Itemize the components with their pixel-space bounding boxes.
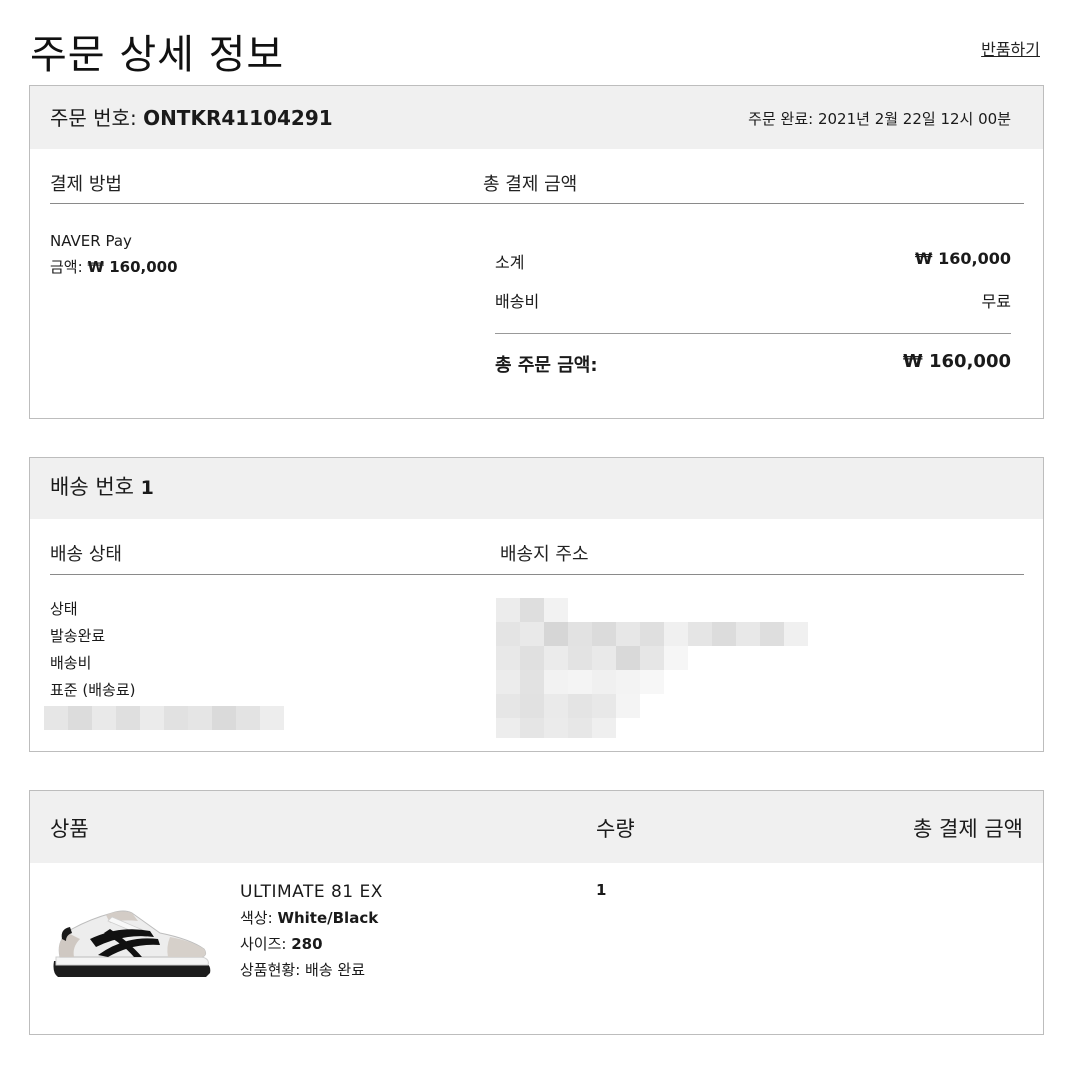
total-row: 총 주문 금액: ₩ 160,000 — [495, 351, 1011, 377]
delivery-header: 배송 번호 1 — [30, 458, 1043, 519]
color-label: 색상: — [240, 909, 278, 927]
divider — [50, 203, 1024, 204]
product-header: 상품 수량 총 결제 금액 — [30, 791, 1043, 863]
product-name[interactable]: ULTIMATE 81 EX — [240, 879, 383, 905]
order-number-label: 주문 번호: — [50, 106, 144, 130]
order-number-value: ONTKR41104291 — [143, 106, 333, 130]
product-size: 사이즈: 280 — [240, 931, 383, 957]
status-item: 표준 (배송료) — [50, 681, 136, 699]
status-label: 상품현황: — [240, 961, 306, 979]
status-item: 상태 — [50, 600, 78, 618]
shipping-label: 배송비 — [495, 292, 540, 311]
order-completed-date: 주문 완료: 2021년 2월 22일 12시 00분 — [748, 110, 1011, 128]
subtotal-value: ₩ 160,000 — [914, 249, 1011, 268]
delivery-status-header: 배송 상태 — [50, 544, 122, 565]
shipping-row: 배송비 무료 — [495, 288, 1011, 312]
delivery-status-list: 상태 발송완료 배송비 표준 (배송료) — [50, 596, 135, 704]
return-link[interactable]: 반품하기 — [981, 36, 1040, 60]
payment-method-header: 결제 방법 — [50, 174, 122, 195]
shipping-value: 무료 — [981, 292, 1011, 311]
subtotal-label: 소계 — [495, 253, 525, 272]
product-panel: 상품 수량 총 결제 금액 ULTIMATE 81 EX 색상: White/B… — [29, 790, 1044, 1035]
total-value: ₩ 160,000 — [902, 351, 1011, 372]
order-summary-panel: 주문 번호: ONTKR41104291 주문 완료: 2021년 2월 22일… — [29, 85, 1044, 419]
quantity-column-header: 수량 — [596, 817, 635, 841]
order-number: 주문 번호: ONTKR41104291 — [50, 102, 333, 131]
delivery-panel: 배송 번호 1 배송 상태 배송지 주소 상태 발송완료 배송비 표준 (배송료… — [29, 457, 1044, 752]
total-label: 총 주문 금액: — [495, 355, 598, 376]
total-payment-header: 총 결제 금액 — [483, 174, 578, 195]
product-info: ULTIMATE 81 EX 색상: White/Black 사이즈: 280 … — [240, 879, 383, 983]
divider — [50, 574, 1024, 575]
status-item: 배송비 — [50, 654, 92, 672]
amount-value: ₩ 160,000 — [87, 258, 178, 276]
payment-details: NAVER Pay 금액: ₩ 160,000 — [50, 228, 178, 280]
delivery-title: 배송 번호 1 — [50, 471, 154, 501]
payment-method: NAVER Pay — [50, 232, 132, 250]
total-column-header: 총 결제 금액 — [913, 817, 1023, 841]
product-image — [53, 910, 211, 977]
delivery-number: 1 — [140, 477, 154, 499]
divider — [495, 333, 1011, 334]
size-label: 사이즈: — [240, 935, 292, 953]
delivery-address-header: 배송지 주소 — [500, 544, 589, 565]
payment-amount: 금액: ₩ 160,000 — [50, 254, 178, 280]
product-column-header: 상품 — [50, 817, 89, 841]
product-quantity: 1 — [596, 881, 607, 899]
delivery-title-label: 배송 번호 — [50, 475, 141, 499]
amount-label: 금액: — [50, 258, 88, 276]
size-value: 280 — [291, 935, 323, 953]
status-value: 배송 완료 — [305, 961, 365, 979]
status-item: 발송완료 — [50, 627, 106, 645]
subtotal-row: 소계 ₩ 160,000 — [495, 249, 1011, 273]
color-value: White/Black — [277, 909, 379, 927]
order-header: 주문 번호: ONTKR41104291 주문 완료: 2021년 2월 22일… — [30, 86, 1043, 149]
product-status: 상품현황: 배송 완료 — [240, 957, 383, 983]
page-title: 주문 상세 정보 — [30, 32, 285, 78]
product-color: 색상: White/Black — [240, 905, 383, 931]
